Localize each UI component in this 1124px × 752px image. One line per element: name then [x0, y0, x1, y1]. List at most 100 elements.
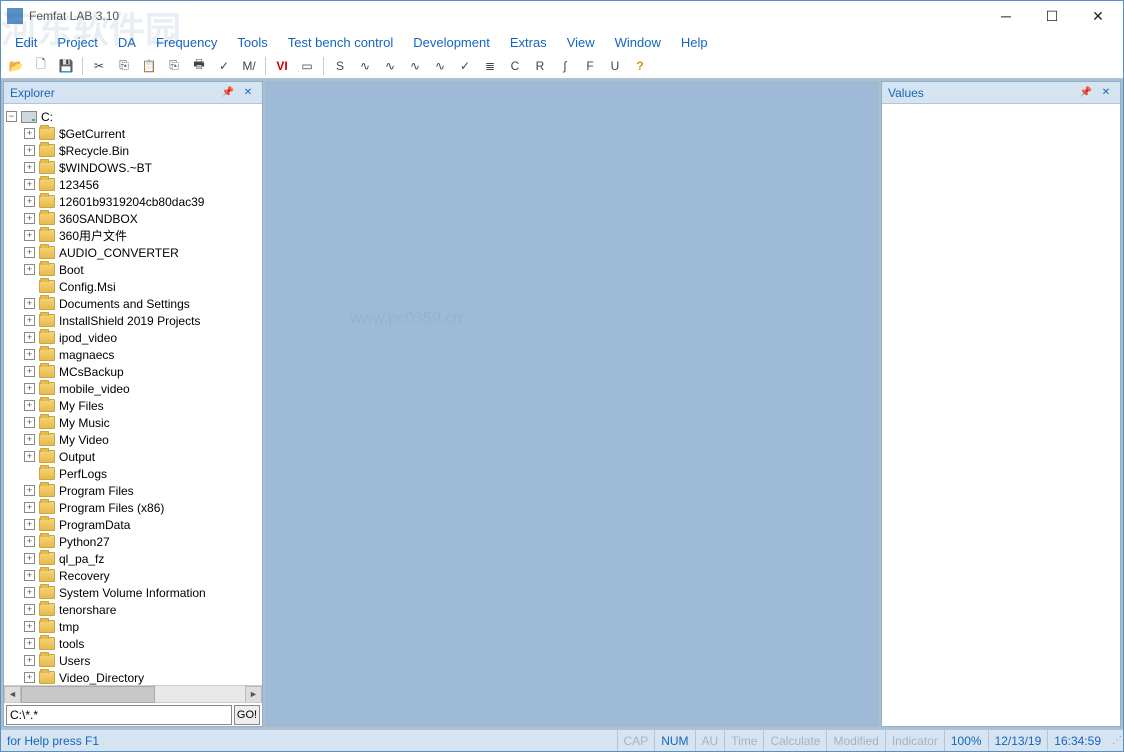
tree-item[interactable]: +Program Files: [6, 482, 260, 499]
expand-icon[interactable]: +: [24, 655, 35, 666]
tree-item[interactable]: +tenorshare: [6, 601, 260, 618]
tree-item[interactable]: +My Music: [6, 414, 260, 431]
expand-icon[interactable]: +: [24, 179, 35, 190]
tree-item[interactable]: +123456: [6, 176, 260, 193]
scroll-left-icon[interactable]: ◄: [4, 686, 21, 703]
pin-icon[interactable]: 📌: [1078, 85, 1094, 101]
pin-icon[interactable]: 📌: [220, 85, 236, 101]
close-button[interactable]: ✕: [1075, 1, 1121, 31]
expand-icon[interactable]: +: [24, 213, 35, 224]
scroll-track[interactable]: [21, 686, 245, 703]
path-input[interactable]: [6, 705, 232, 725]
menu-frequency[interactable]: Frequency: [146, 33, 227, 52]
tree-item[interactable]: +mobile_video: [6, 380, 260, 397]
s-button[interactable]: S: [329, 55, 351, 77]
tree-item[interactable]: +Video_Directory: [6, 669, 260, 685]
expand-icon[interactable]: +: [24, 434, 35, 445]
tree-item[interactable]: +magnaecs: [6, 346, 260, 363]
tree-item[interactable]: +InstallShield 2019 Projects: [6, 312, 260, 329]
collapse-icon[interactable]: −: [6, 111, 17, 122]
scroll-thumb[interactable]: [21, 686, 155, 703]
expand-icon[interactable]: +: [24, 672, 35, 683]
expand-icon[interactable]: +: [24, 417, 35, 428]
tree-item[interactable]: Config.Msi: [6, 278, 260, 295]
menu-project[interactable]: Project: [47, 33, 107, 52]
tree-item[interactable]: +AUDIO_CONVERTER: [6, 244, 260, 261]
expand-icon[interactable]: +: [24, 621, 35, 632]
expand-icon[interactable]: +: [24, 145, 35, 156]
wave4-icon[interactable]: ∿: [429, 55, 451, 77]
menu-window[interactable]: Window: [605, 33, 671, 52]
expand-icon[interactable]: +: [24, 332, 35, 343]
tree-item[interactable]: +My Files: [6, 397, 260, 414]
window-icon[interactable]: ▭: [296, 55, 318, 77]
tree-item[interactable]: +360SANDBOX: [6, 210, 260, 227]
save-icon[interactable]: 💾: [55, 55, 77, 77]
vi-button[interactable]: VI: [271, 55, 293, 77]
tree-item[interactable]: +Boot: [6, 261, 260, 278]
tree-item[interactable]: PerfLogs: [6, 465, 260, 482]
explorer-hscroll[interactable]: ◄ ►: [4, 685, 262, 702]
expand-icon[interactable]: +: [24, 366, 35, 377]
menu-test-bench-control[interactable]: Test bench control: [278, 33, 404, 52]
menu-help[interactable]: Help: [671, 33, 718, 52]
check-icon[interactable]: ✓: [213, 55, 235, 77]
tree-item[interactable]: +ql_pa_fz: [6, 550, 260, 567]
menu-view[interactable]: View: [557, 33, 605, 52]
expand-icon[interactable]: +: [24, 349, 35, 360]
expand-icon[interactable]: +: [24, 196, 35, 207]
tree-item[interactable]: +$WINDOWS.~BT: [6, 159, 260, 176]
maximize-button[interactable]: ☐: [1029, 1, 1075, 31]
tree-item[interactable]: +Python27: [6, 533, 260, 550]
integral-icon[interactable]: ∫: [554, 55, 576, 77]
expand-icon[interactable]: +: [24, 638, 35, 649]
marker-icon[interactable]: M/: [238, 55, 260, 77]
u-button[interactable]: U: [604, 55, 626, 77]
print-icon[interactable]: 🖶: [188, 55, 210, 77]
grid-icon[interactable]: ≣: [479, 55, 501, 77]
menu-edit[interactable]: Edit: [5, 33, 47, 52]
tree-item[interactable]: +12601b9319204cb80dac39: [6, 193, 260, 210]
expand-icon[interactable]: +: [24, 400, 35, 411]
tree-item[interactable]: +Output: [6, 448, 260, 465]
tree-item[interactable]: +tmp: [6, 618, 260, 635]
expand-icon[interactable]: +: [24, 536, 35, 547]
expand-icon[interactable]: +: [24, 519, 35, 530]
tree-item[interactable]: +$GetCurrent: [6, 125, 260, 142]
expand-icon[interactable]: +: [24, 570, 35, 581]
menu-extras[interactable]: Extras: [500, 33, 557, 52]
tree-item[interactable]: +360用户文件: [6, 227, 260, 244]
cut-icon[interactable]: ✂: [88, 55, 110, 77]
expand-icon[interactable]: +: [24, 451, 35, 462]
checkmark-icon[interactable]: ✓: [454, 55, 476, 77]
expand-icon[interactable]: +: [24, 298, 35, 309]
menu-development[interactable]: Development: [403, 33, 500, 52]
expand-icon[interactable]: +: [24, 315, 35, 326]
resize-grip-icon[interactable]: ⋰: [1107, 733, 1123, 748]
scroll-right-icon[interactable]: ►: [245, 686, 262, 703]
tree-item[interactable]: +Users: [6, 652, 260, 669]
expand-icon[interactable]: +: [24, 264, 35, 275]
expand-icon[interactable]: +: [24, 162, 35, 173]
tree-item[interactable]: +ProgramData: [6, 516, 260, 533]
panel-close-icon[interactable]: ✕: [240, 85, 256, 101]
paste-icon[interactable]: 📋: [138, 55, 160, 77]
expand-icon[interactable]: +: [24, 230, 35, 241]
copy-icon[interactable]: ⎘: [113, 55, 135, 77]
expand-icon[interactable]: +: [24, 485, 35, 496]
panel-close-icon[interactable]: ✕: [1098, 85, 1114, 101]
tree-item[interactable]: +tools: [6, 635, 260, 652]
expand-icon[interactable]: +: [24, 553, 35, 564]
tree-item[interactable]: +My Video: [6, 431, 260, 448]
new-icon[interactable]: 🗋: [30, 55, 52, 77]
tree-item[interactable]: +Documents and Settings: [6, 295, 260, 312]
open-icon[interactable]: 📂: [5, 55, 27, 77]
tree-item[interactable]: +Program Files (x86): [6, 499, 260, 516]
tree-item[interactable]: +MCsBackup: [6, 363, 260, 380]
wave3-icon[interactable]: ∿: [404, 55, 426, 77]
expand-icon[interactable]: +: [24, 247, 35, 258]
minimize-button[interactable]: ─: [983, 1, 1029, 31]
menu-da[interactable]: DA: [108, 33, 146, 52]
tree-root[interactable]: − C:: [6, 108, 260, 125]
tree-item[interactable]: +ipod_video: [6, 329, 260, 346]
